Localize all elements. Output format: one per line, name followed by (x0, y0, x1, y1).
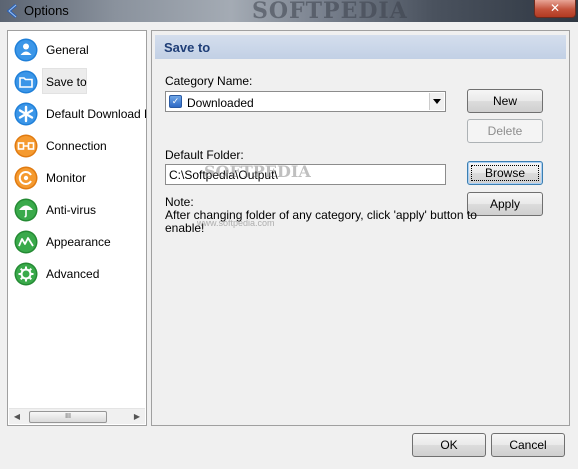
nav-item-monitor[interactable]: Monitor (8, 162, 146, 194)
nav-item-default-download[interactable]: Default Download Pr (8, 98, 146, 130)
window-title: Options (24, 3, 69, 18)
scroll-left-arrow-icon[interactable]: ◀ (9, 409, 25, 425)
nav-item-label: Save to (46, 75, 87, 89)
category-name-label: Category Name: (165, 74, 253, 88)
note-title: Note: (165, 195, 194, 209)
folder-watermark: SOFTPEDIA (204, 162, 311, 181)
title-watermark: SOFTPEDIA (252, 0, 408, 24)
person-icon (14, 38, 38, 62)
browse-button[interactable]: Browse (467, 161, 543, 185)
app-logo-icon (6, 3, 17, 19)
umbrella-icon (14, 198, 38, 222)
ok-button[interactable]: OK (412, 433, 486, 457)
panel-header: Save to (155, 35, 566, 59)
nav-item-advanced[interactable]: Advanced (8, 258, 146, 290)
title-bar[interactable]: Options SOFTPEDIA ✕ (0, 0, 578, 24)
appearance-icon (14, 230, 38, 254)
nav-item-appearance[interactable]: Appearance (8, 226, 146, 258)
apply-button[interactable]: Apply (467, 192, 543, 216)
nav-item-label: Anti-virus (46, 203, 97, 217)
nav-item-label: Connection (46, 139, 107, 153)
new-button[interactable]: New (467, 89, 543, 113)
nav-item-label: Appearance (46, 235, 111, 249)
scrollbar-thumb[interactable]: III (29, 411, 107, 423)
cancel-button[interactable]: Cancel (491, 433, 565, 457)
nav-item-label: Default Download Pr (46, 107, 147, 121)
category-select-value: Downloaded (187, 96, 254, 110)
monitor-icon (14, 166, 38, 190)
folder-icon (14, 70, 38, 94)
options-nav-list: General Save to Default Download Pr Conn… (7, 30, 147, 426)
category-check-icon: ✓ (169, 95, 182, 108)
nav-item-anti-virus[interactable]: Anti-virus (8, 194, 146, 226)
softpedia-url-watermark: www.softpedia.com (197, 218, 275, 228)
default-folder-input[interactable]: C:\Softpedia\Output\ SOFTPEDIA (165, 162, 446, 185)
scroll-right-arrow-icon[interactable]: ▶ (129, 409, 145, 425)
save-to-panel: Save to Category Name: ✓ Downloaded New … (151, 30, 570, 426)
close-button[interactable]: ✕ (534, 0, 576, 18)
nav-item-label: Advanced (46, 267, 100, 281)
options-window: Options SOFTPEDIA ✕ General Save to Defa… (0, 0, 578, 469)
nav-item-connection[interactable]: Connection (8, 130, 146, 162)
default-folder-label: Default Folder: (165, 148, 244, 162)
nav-item-save-to[interactable]: Save to (8, 66, 146, 98)
nav-item-label: Monitor (46, 171, 87, 185)
nav-item-general[interactable]: General (8, 34, 146, 66)
connection-icon (14, 134, 38, 158)
category-select[interactable]: ✓ Downloaded (165, 91, 446, 112)
panel-title: Save to (164, 40, 211, 55)
asterisk-icon (14, 102, 38, 126)
chevron-down-icon[interactable] (429, 93, 444, 110)
nav-horizontal-scrollbar[interactable]: ◀ III ▶ (9, 408, 145, 424)
delete-button[interactable]: Delete (467, 119, 543, 143)
gear-icon (14, 262, 38, 286)
nav-item-label: General (46, 43, 89, 57)
